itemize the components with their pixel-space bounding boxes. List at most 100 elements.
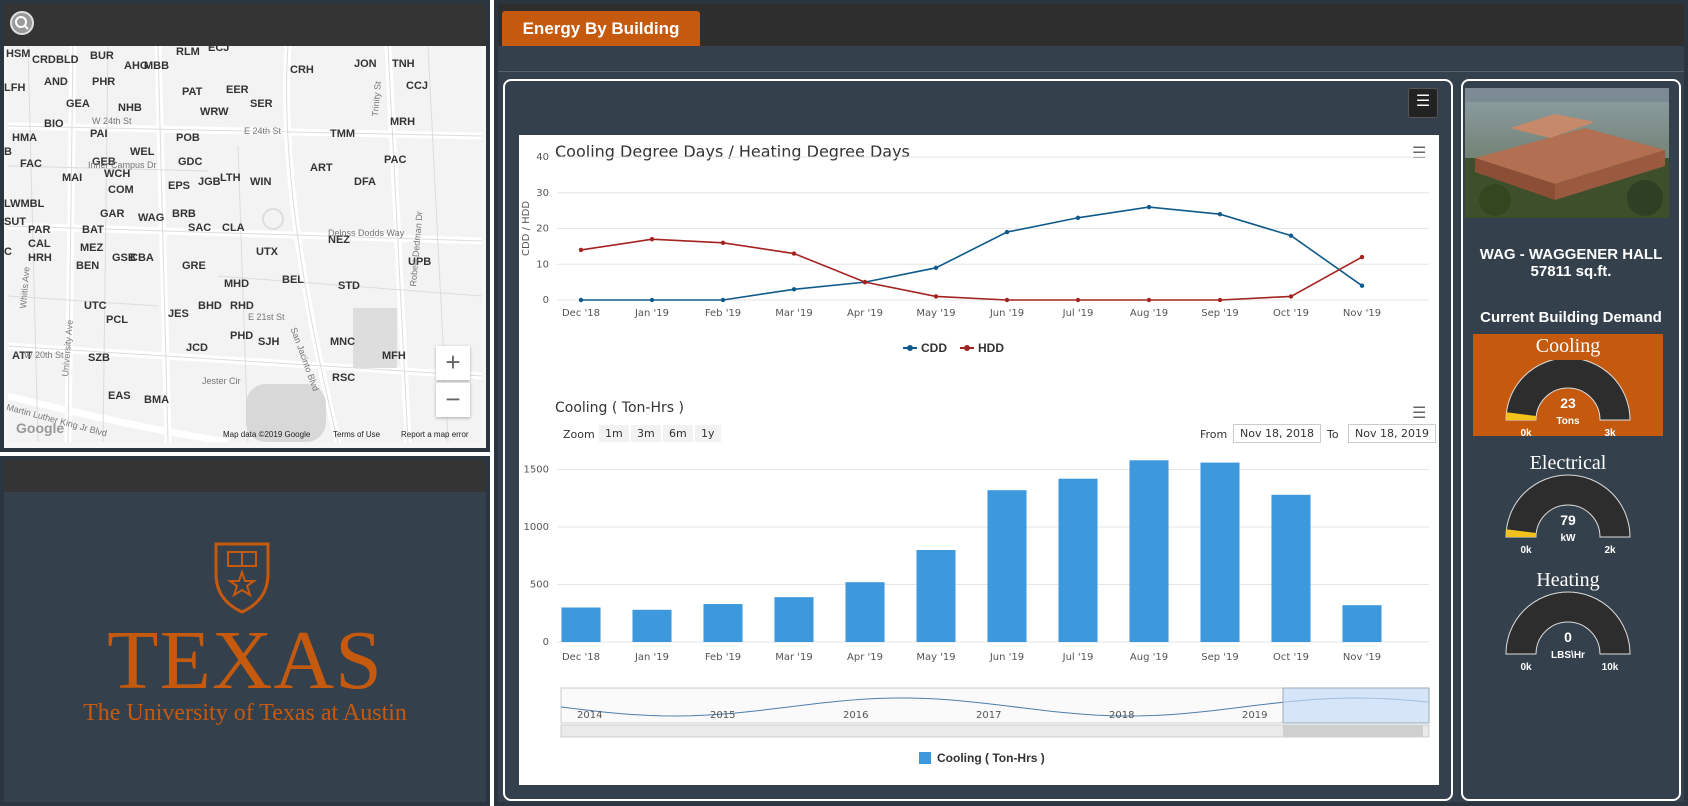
map-building-label[interactable]: B — [4, 146, 12, 158]
gauge-min-label: 0k — [1520, 545, 1532, 556]
map-building-label[interactable]: JES — [168, 308, 189, 320]
map-building-label[interactable]: PHD — [230, 330, 253, 342]
map-building-label[interactable]: ART — [310, 162, 333, 174]
map-building-label[interactable]: BEN — [76, 260, 99, 272]
map-building-label[interactable]: EPS — [168, 180, 190, 192]
map-building-label[interactable]: BMA — [144, 394, 169, 406]
map-street-label: Jester Cir — [202, 376, 241, 386]
gauge-track — [1505, 360, 1631, 421]
map-building-label[interactable]: UTC — [84, 300, 107, 312]
map-building-label[interactable]: MHD — [224, 278, 249, 290]
map-building-label[interactable]: JON — [354, 58, 377, 70]
map-building-label[interactable]: CAL — [28, 238, 51, 250]
map-building-label[interactable]: EAS — [108, 390, 131, 402]
map-building-label[interactable]: MNC — [330, 336, 355, 348]
map-building-label[interactable]: LWMBL — [4, 198, 44, 210]
map-building-label[interactable]: PCL — [106, 314, 128, 326]
chart-area: Cooling Degree Days / Heating Degree Day… — [519, 135, 1439, 785]
map-building-label[interactable]: MAI — [62, 172, 82, 184]
map-building-label[interactable]: BAT — [82, 224, 104, 236]
map-building-label[interactable]: PAC — [384, 154, 406, 166]
map-zoom-out-button[interactable]: − — [436, 382, 470, 417]
map-building-label[interactable]: TNH — [392, 58, 415, 70]
map-building-label[interactable]: MEZ — [80, 242, 103, 254]
bar — [987, 490, 1027, 642]
map-building-label[interactable]: MBB — [144, 60, 169, 72]
map-building-label[interactable]: CRH — [290, 64, 314, 76]
y-tick-label: 0 — [543, 637, 549, 648]
map-building-label[interactable]: BLD — [56, 54, 79, 66]
map-building-label[interactable]: CBA — [130, 252, 154, 264]
map-building-label[interactable]: PAT — [182, 86, 202, 98]
navigator-scrollbar-thumb — [1283, 725, 1423, 737]
tab-energy-by-building[interactable]: Energy By Building — [502, 11, 700, 46]
map-building-label[interactable]: POB — [176, 132, 200, 144]
map-building-label[interactable]: JCD — [186, 342, 208, 354]
map-building-label[interactable]: HMA — [12, 132, 37, 144]
google-logo: Google — [16, 420, 65, 436]
map-building-label[interactable]: SZB — [88, 352, 110, 364]
map-building-label[interactable]: AND — [44, 76, 68, 88]
map-building-label[interactable]: UTX — [256, 246, 278, 258]
map-building-label[interactable]: BRB — [172, 208, 196, 220]
map-building-label[interactable]: NHB — [118, 102, 142, 114]
map-building-label[interactable]: BIO — [44, 118, 64, 130]
map-building-label[interactable]: SJH — [258, 336, 279, 348]
map-building-label[interactable]: EER — [226, 84, 249, 96]
map-building-label[interactable]: HSM — [6, 48, 30, 60]
map-building-label[interactable]: RLM — [176, 46, 200, 58]
map-building-label[interactable]: PHR — [92, 76, 115, 88]
campus-map[interactable]: HSM CRD BLD BUR RLM ECJ AHG MBB JON TNH CRH LFH AND P… — [4, 42, 482, 442]
map-building-label[interactable]: JGB — [198, 176, 221, 188]
map-building-label[interactable]: CLA — [222, 222, 245, 234]
map-building-label[interactable]: WIN — [250, 176, 271, 188]
map-building-label[interactable]: CRD — [32, 54, 56, 66]
x-tick-label: Mar '19 — [775, 652, 813, 663]
map-building-label[interactable]: MRH — [390, 116, 415, 128]
map-building-label[interactable]: WRW — [200, 106, 229, 118]
map-building-label[interactable]: SUT — [4, 216, 26, 228]
map-building-label[interactable]: DFA — [354, 176, 376, 188]
map-building-label[interactable]: CCJ — [406, 80, 428, 92]
map-building-label[interactable]: LTH — [220, 172, 241, 184]
search-icon[interactable] — [10, 11, 34, 35]
map-building-label[interactable]: SER — [250, 98, 273, 110]
map-building-label[interactable]: FAC — [20, 158, 42, 170]
map-building-label[interactable]: PAR — [28, 224, 50, 236]
card-menu-button[interactable]: ☰ — [1408, 88, 1438, 118]
map-building-label[interactable]: GAR — [100, 208, 124, 220]
map-building-label[interactable]: STD — [338, 280, 360, 292]
map-zoom-in-button[interactable]: + — [436, 346, 470, 380]
map-building-label[interactable]: MFH — [382, 350, 406, 362]
map-building-label[interactable]: WEL — [130, 146, 154, 158]
bar — [916, 550, 956, 642]
map-building-label[interactable]: PAI — [90, 128, 108, 140]
map-building-label[interactable]: GEA — [66, 98, 90, 110]
map-building-label[interactable]: TMM — [330, 128, 355, 140]
map-building-label[interactable]: WAG — [138, 212, 164, 224]
gauge-unit: kW — [1561, 533, 1577, 544]
map-building-label[interactable]: BEL — [282, 274, 304, 286]
map-building-label[interactable]: HRH — [28, 252, 52, 264]
gauge-max-label: 3k — [1604, 428, 1616, 439]
header-divider — [498, 71, 1684, 72]
x-tick-label: Feb '19 — [705, 652, 741, 663]
navigator-year-label: 2019 — [1242, 710, 1267, 721]
map-report-link[interactable]: Report a map error — [401, 430, 469, 439]
building-photo — [1465, 88, 1669, 218]
bar — [1129, 460, 1169, 642]
map-building-label[interactable]: GRE — [182, 260, 206, 272]
map-building-label[interactable]: BHD — [198, 300, 222, 312]
map-building-label[interactable]: ECJ — [208, 42, 229, 54]
navigator-year-label: 2015 — [710, 710, 735, 721]
x-tick-label: Jul '19 — [1062, 652, 1094, 663]
map-building-label[interactable]: RSC — [332, 372, 355, 384]
map-building-label[interactable]: RHD — [230, 300, 254, 312]
map-building-label[interactable]: SAC — [188, 222, 211, 234]
map-building-label[interactable]: C — [4, 246, 12, 258]
map-building-label[interactable]: COM — [108, 184, 134, 196]
map-building-label[interactable]: BUR — [90, 50, 114, 62]
map-terms-link[interactable]: Terms of Use — [333, 430, 380, 439]
map-building-label[interactable]: GDC — [178, 156, 202, 168]
map-building-label[interactable]: LFH — [4, 82, 25, 94]
